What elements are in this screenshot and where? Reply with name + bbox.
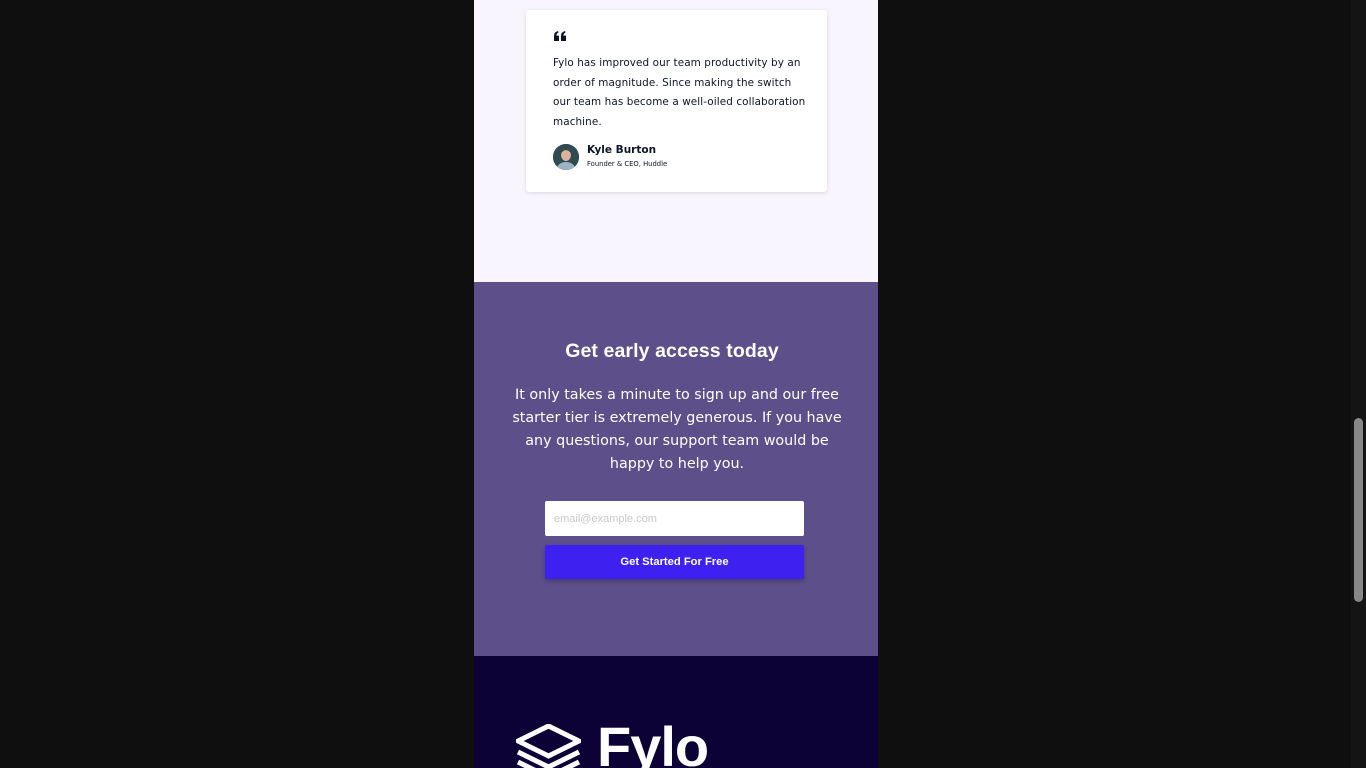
page-scrollbar[interactable] [1351,0,1366,768]
cta-title: Get early access today [565,340,779,362]
cta-description: It only takes a minute to sign up and ou… [512,387,842,472]
author-role: Founder & CEO, Huddle [587,160,668,168]
testimonial-section: Fylo has improved our team productivity … [474,0,878,282]
testimonial-author: Kyle Burton Founder & CEO, Huddle [553,144,811,170]
author-info: Kyle Burton Founder & CEO, Huddle [587,144,667,170]
footer-logo[interactable]: Fylo [516,719,709,768]
page: Fylo has improved our team productivity … [474,0,878,768]
scrollbar-thumb[interactable] [1354,418,1363,602]
fylo-logo-icon [516,724,581,768]
testimonial-card: Fylo has improved our team productivity … [526,10,827,192]
get-started-button[interactable]: Get Started For Free [545,545,804,579]
footer: Fylo [474,656,878,768]
email-input[interactable] [545,501,804,536]
quote-icon [554,31,566,41]
early-access-section: Get early access today It only takes a m… [474,282,878,656]
testimonial-quote: Fylo has improved our team productivity … [553,57,806,128]
author-name: Kyle Burton [587,144,657,156]
avatar [553,144,579,170]
logo-text: Fylo [597,715,709,768]
